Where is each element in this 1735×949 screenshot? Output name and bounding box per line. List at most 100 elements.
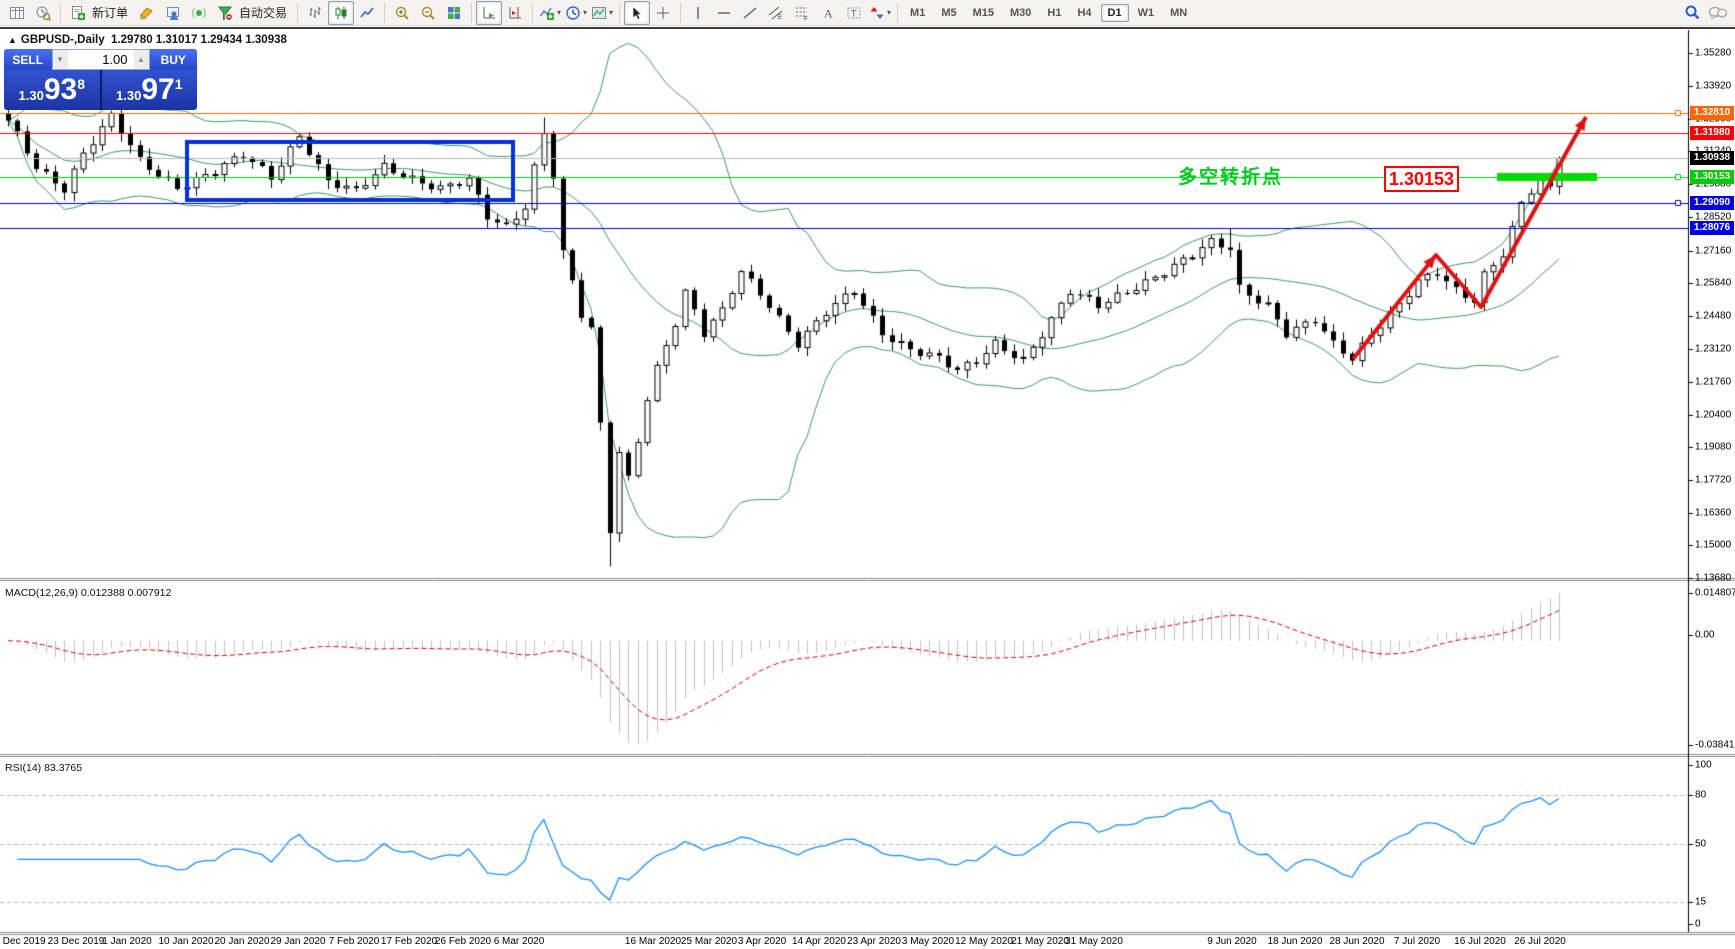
search-icon: [1683, 4, 1701, 22]
timeframe-h4-button[interactable]: H4: [1070, 4, 1098, 22]
price-tick-label: 1.19080: [1695, 442, 1731, 453]
date-tick-label: 3 May 2020: [902, 936, 954, 947]
strategy-tester-button[interactable]: [30, 1, 56, 25]
date-tick-label: 21 May 2020: [1011, 936, 1069, 947]
toolbar-separator: [60, 3, 61, 23]
periods-button[interactable]: ▾: [563, 1, 589, 25]
date-tick-label: 17 Feb 2020: [381, 936, 437, 947]
buy-price[interactable]: 1.30971: [102, 70, 198, 110]
candlestick-button[interactable]: [328, 1, 354, 25]
timeframe-d1-button[interactable]: D1: [1101, 4, 1129, 22]
timeframe-h1-button[interactable]: H1: [1040, 4, 1068, 22]
text-label-button[interactable]: T: [841, 1, 867, 25]
date-tick-label: 23 Apr 2020: [847, 936, 901, 947]
timeframe-m30-button[interactable]: M30: [1003, 4, 1038, 22]
timeframe-m1-button[interactable]: M1: [903, 4, 932, 22]
price-tick-label: 1.17720: [1695, 475, 1731, 486]
autotrading-button[interactable]: [212, 1, 238, 25]
toolbar-separator: [471, 3, 472, 23]
crosshair-icon: [655, 5, 671, 21]
timeframe-m15-button[interactable]: M15: [966, 4, 1001, 22]
macd-tick-label: 0.014807: [1695, 588, 1735, 599]
price-level-badge: 1.30938: [1690, 151, 1734, 165]
date-tick-label: 20 Jan 2020: [214, 936, 269, 947]
search-button[interactable]: [1679, 1, 1705, 25]
buy-button[interactable]: BUY: [150, 49, 198, 70]
timeframe-w1-button[interactable]: W1: [1131, 4, 1162, 22]
timeframe-m5-button[interactable]: M5: [934, 4, 963, 22]
toolbar-separator: [680, 3, 681, 23]
tile-windows-button[interactable]: [441, 1, 467, 25]
turning-point-annotation[interactable]: 多空转折点: [1178, 162, 1283, 189]
metaeditor-button[interactable]: [160, 1, 186, 25]
autotrading-icon: [217, 5, 233, 21]
text-label-icon: T: [846, 5, 862, 21]
trendline-button[interactable]: [737, 1, 763, 25]
svg-text:T: T: [851, 8, 857, 18]
volume-value[interactable]: 1.00: [68, 52, 134, 67]
arrows-button[interactable]: ▾: [867, 1, 893, 25]
hline-icon: [716, 5, 732, 21]
styler-button[interactable]: [134, 1, 160, 25]
svg-text:A: A: [824, 6, 833, 20]
bar-chart-icon: [307, 5, 323, 21]
trendline-icon: [742, 5, 758, 21]
price-level-badge: 1.29090: [1690, 196, 1734, 210]
date-tick-label: 23 Dec 2019: [48, 936, 105, 947]
zoom-in-button[interactable]: [389, 1, 415, 25]
rsi-tick-label: 100: [1695, 760, 1712, 771]
collapse-panel-icon[interactable]: ▲: [8, 35, 17, 45]
level-price-annotation[interactable]: 1.30153: [1384, 166, 1459, 192]
macd-tick-label: 0.00: [1695, 630, 1714, 641]
symbol-period-label: GBPUSD-,Daily: [21, 34, 105, 46]
new-order-button[interactable]: [65, 1, 91, 25]
strategy-tester-icon: [35, 5, 51, 21]
volume-decrease-icon[interactable]: ▼: [53, 50, 68, 69]
community-button[interactable]: [1705, 1, 1731, 25]
dropdown-caret-icon[interactable]: ▾: [557, 8, 561, 17]
date-tick-label: 25 Mar 2020: [681, 936, 737, 947]
cursor-button[interactable]: [624, 1, 650, 25]
crosshair-button[interactable]: [650, 1, 676, 25]
bar-chart-button[interactable]: [302, 1, 328, 25]
channel-button[interactable]: E: [763, 1, 789, 25]
timeframe-mn-button[interactable]: MN: [1163, 4, 1194, 22]
toolbar-separator: [297, 3, 298, 23]
chart-shift-button[interactable]: [502, 1, 528, 25]
price-chart-canvas[interactable]: [0, 29, 1735, 949]
market-watch-icon: [9, 5, 25, 21]
styler-icon: [139, 5, 155, 21]
volume-increase-icon[interactable]: ▲: [134, 50, 149, 69]
sell-price[interactable]: 1.30938: [4, 70, 102, 110]
volume-stepper[interactable]: ▼ 1.00 ▲: [52, 49, 150, 70]
dropdown-caret-icon[interactable]: ▾: [609, 8, 613, 17]
templates-button[interactable]: ▾: [589, 1, 615, 25]
fibonacci-button[interactable]: F: [789, 1, 815, 25]
vline-button[interactable]: [685, 1, 711, 25]
date-tick-label: 3 Dec 2019: [0, 936, 46, 947]
toolbar-button-label[interactable]: 自动交易: [238, 4, 293, 21]
date-tick-label: 16 Jul 2020: [1454, 936, 1506, 947]
signals-button[interactable]: [186, 1, 212, 25]
market-watch-button[interactable]: [4, 1, 30, 25]
metaeditor-icon: [165, 5, 181, 21]
tile-windows-icon: [446, 5, 462, 21]
line-chart-button[interactable]: [354, 1, 380, 25]
auto-scroll-button[interactable]: [476, 1, 502, 25]
dropdown-caret-icon[interactable]: ▾: [583, 8, 587, 17]
price-tick-label: 1.21760: [1695, 377, 1731, 388]
indicators-button[interactable]: ▾: [537, 1, 563, 25]
toolbar: 新订单 自动交易 ▾ ▾ ▾ EFA T ▾ M1M5M15M30H1H4D1W1MN: [0, 0, 1735, 26]
toolbar-separator: [532, 3, 533, 23]
price-tick-label: 1.20400: [1695, 410, 1731, 421]
hline-button[interactable]: [711, 1, 737, 25]
price-level-badge: 1.30153: [1690, 170, 1734, 184]
dropdown-caret-icon[interactable]: ▾: [887, 8, 891, 17]
zoom-out-button[interactable]: [415, 1, 441, 25]
sell-button[interactable]: SELL: [4, 49, 52, 70]
price-tick-label: 1.15000: [1695, 540, 1731, 551]
new-order-icon: [70, 5, 86, 21]
text-button[interactable]: A: [815, 1, 841, 25]
toolbar-button-label[interactable]: 新订单: [91, 4, 134, 21]
rsi-tick-label: 0: [1695, 919, 1701, 930]
